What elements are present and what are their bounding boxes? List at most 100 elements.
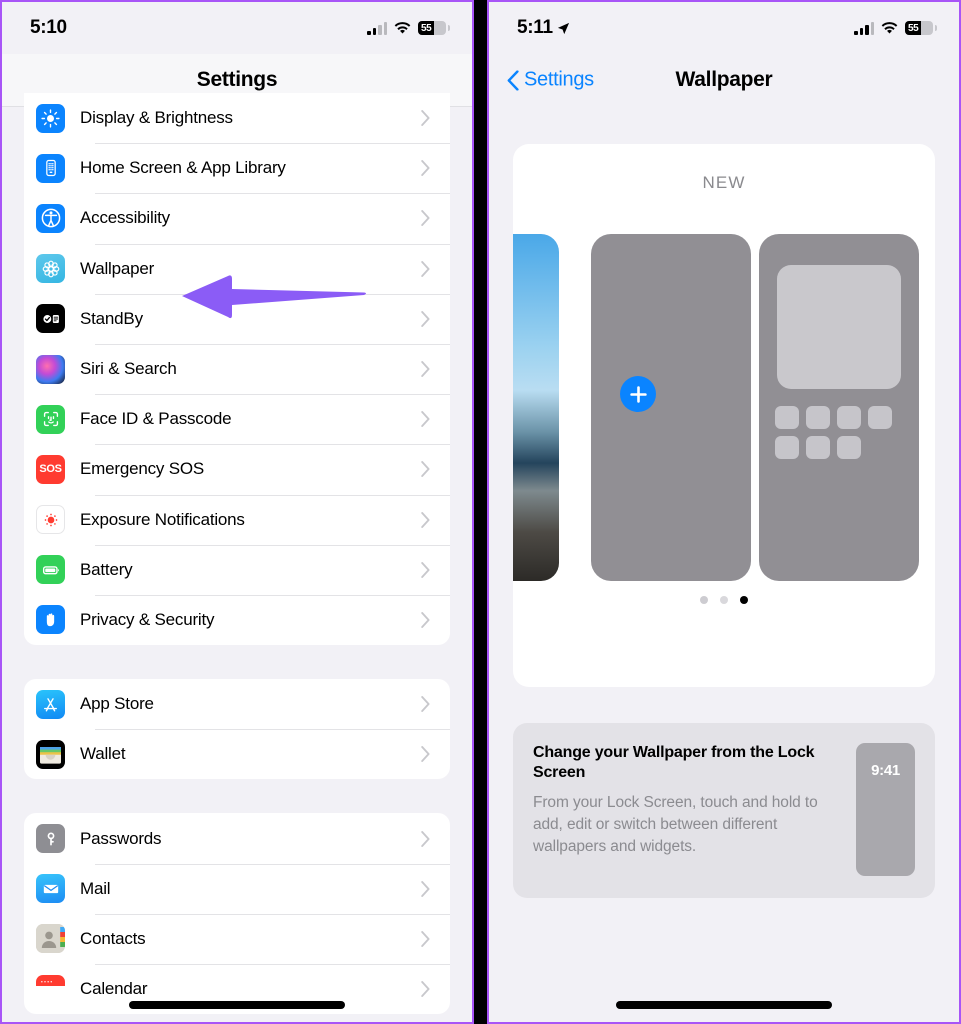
sidebar-item-label: Display & Brightness [80,108,233,128]
chevron-right-icon [421,930,430,947]
app-store-icon [36,689,65,719]
sidebar-item-face-id[interactable]: Face ID & Passcode [24,394,450,444]
page-dot-1[interactable] [700,596,708,604]
sidebar-item-app-store[interactable]: App Store [24,679,450,729]
page-dot-2[interactable] [720,596,728,604]
sos-icon: SOS [36,454,65,484]
sidebar-item-battery[interactable]: Battery [24,544,450,595]
chevron-right-icon [421,561,430,578]
sidebar-item-emergency-sos[interactable]: SOS Emergency SOS [24,444,450,494]
sidebar-item-home-screen[interactable]: Home Screen & App Library [24,143,450,193]
left-phone-panel: 5:10 55 Settings Display & Brightness Ho… [0,0,474,1024]
standby-icon [36,304,65,334]
home-indicator-right [616,1001,832,1009]
mini-preview-time: 9:41 [871,762,900,779]
right-phone-panel: 5:11 55 Settings Wallpaper NEW Change yo… [487,0,961,1024]
sidebar-item-label: Exposure Notifications [80,509,245,529]
accessibility-icon [36,203,65,233]
previous-wallpaper-peek[interactable] [513,234,559,581]
key-icon [36,824,65,854]
chevron-right-icon [421,210,430,227]
right-status-bar: 5:11 55 [489,2,959,54]
chevron-right-icon [421,981,430,998]
left-status-indicators: 55 [367,21,450,35]
sidebar-item-contacts[interactable]: Contacts [24,913,450,964]
settings-scroll-area[interactable]: Display & Brightness Home Screen & App L… [2,93,472,1022]
chevron-right-icon [421,260,430,277]
sidebar-item-wallpaper[interactable]: Wallpaper [24,243,450,294]
info-card-title: Change your Wallpaper from the Lock Scre… [533,744,815,782]
add-wallpaper-button[interactable] [620,376,656,412]
svg-text:• • • •: • • • • [41,979,52,985]
sidebar-item-label: Contacts [80,928,146,948]
sidebar-item-label: Siri & Search [80,359,177,379]
home-screen-preview-card[interactable] [759,234,919,581]
cellular-signal-icon [854,21,874,35]
info-card-text: Change your Wallpaper from the Lock Scre… [533,743,842,876]
calendar-icon: • • • • [36,974,65,1004]
chevron-right-icon [421,310,430,327]
sidebar-item-privacy-security[interactable]: Privacy & Security [24,594,450,645]
sidebar-item-display-brightness[interactable]: Display & Brightness [24,93,450,143]
page-dot-3-active[interactable] [740,596,748,604]
info-card-body: From your Lock Screen, touch and hold to… [533,793,818,855]
exposure-notifications-icon [36,505,65,535]
wallpaper-previews [513,234,935,581]
chevron-right-icon [421,830,430,847]
lock-screen-info-card: Change your Wallpaper from the Lock Scre… [513,723,935,898]
right-status-time-label: 5:11 [517,17,553,38]
sidebar-item-standby[interactable]: StandBy [24,293,450,344]
wallpaper-gallery-card: NEW [513,144,935,687]
lock-screen-mini-preview: 9:41 [856,743,915,876]
wallpaper-icon [36,254,65,284]
right-nav-bar: Settings Wallpaper [489,54,959,106]
back-button[interactable]: Settings [507,69,594,92]
home-screen-icon [36,153,65,183]
chevron-left-icon [507,70,519,90]
battery-level-label: 55 [908,22,919,34]
chevron-right-icon [421,110,430,127]
sidebar-item-label: Wallpaper [80,258,155,278]
chevron-right-icon [421,746,430,763]
left-status-bar: 5:10 55 [2,2,472,54]
wifi-icon [881,21,898,34]
brightness-icon [36,103,65,133]
back-button-label: Settings [524,68,594,91]
battery-icon [36,555,65,585]
gallery-section-label: NEW [702,173,746,192]
sidebar-item-exposure-notifications[interactable]: Exposure Notifications [24,494,450,545]
sidebar-item-label: Face ID & Passcode [80,409,232,429]
chevron-right-icon [421,411,430,428]
panel-divider [474,0,487,1024]
right-status-indicators: 55 [854,21,937,35]
sidebar-item-label: Emergency SOS [80,459,205,479]
wallet-icon [36,739,65,769]
chevron-right-icon [421,880,430,897]
sidebar-item-label: Accessibility [80,208,170,228]
right-status-time: 5:11 [517,17,570,39]
page-indicator-dots[interactable] [513,596,935,604]
battery-icon: 55 [905,21,937,35]
cellular-signal-icon [367,21,387,35]
chevron-right-icon [421,461,430,478]
sidebar-item-mail[interactable]: Mail [24,863,450,914]
chevron-right-icon [421,612,430,628]
add-new-wallpaper-card[interactable] [591,234,751,581]
sidebar-item-wallet[interactable]: Wallet [24,729,450,779]
location-arrow-icon [557,22,569,34]
sidebar-item-label: Mail [80,878,111,898]
sidebar-item-label: App Store [80,694,154,714]
settings-group-1: Display & Brightness Home Screen & App L… [24,93,450,646]
battery-icon: 55 [418,21,450,35]
sidebar-item-passwords[interactable]: Passwords [24,813,450,863]
sidebar-item-label: Privacy & Security [80,609,215,629]
widget-placeholder [777,265,901,389]
page-title: Settings [196,68,278,91]
face-id-icon [36,404,65,434]
screenshot-stage: 5:10 55 Settings Display & Brightness Ho… [0,0,961,1024]
settings-group-2: App Store Wallet [24,679,450,780]
wallpaper-scroll-area[interactable]: NEW Change your Wallpaper from the Lock … [489,106,959,1022]
sidebar-item-siri-search[interactable]: Siri & Search [24,343,450,394]
sidebar-item-accessibility[interactable]: Accessibility [24,193,450,243]
sidebar-item-label: Passwords [80,828,162,848]
